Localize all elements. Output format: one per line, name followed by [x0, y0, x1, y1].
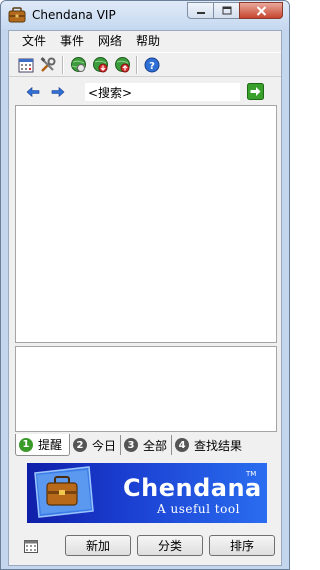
title-bar[interactable]: Chendana VIP — [1, 1, 289, 29]
maximize-icon — [222, 6, 231, 15]
globe-download-icon — [92, 57, 108, 73]
tools-button[interactable] — [37, 54, 59, 76]
calendar-icon — [18, 58, 34, 72]
calendar-button[interactable] — [15, 54, 37, 76]
arrow-right-icon — [51, 86, 65, 98]
svg-text:?: ? — [149, 61, 155, 72]
navigation-row — [9, 81, 281, 103]
tab-label: 全部 — [143, 438, 168, 453]
client-area: 文件 事件 网络 帮助 ? <搜索> 1 提醒 2 今日 3 全部 4 查找结果… — [8, 30, 282, 566]
menu-event[interactable]: 事件 — [53, 31, 91, 51]
app-window: Chendana VIP 文件 事件 网络 帮助 ? <搜索> 1 提醒 2 今… — [0, 0, 290, 570]
minimize-icon — [196, 11, 205, 14]
menu-network[interactable]: 网络 — [91, 31, 129, 51]
tab-strip: 1 提醒 2 今日 3 全部 4 查找结果 — [15, 434, 277, 456]
menu-file[interactable]: 文件 — [9, 31, 53, 51]
forward-button[interactable] — [49, 83, 67, 101]
globe-upload-icon — [114, 57, 130, 73]
calendar-small-icon[interactable] — [24, 540, 38, 553]
promo-banner[interactable]: Chendana TM A useful tool — [27, 463, 267, 523]
brand-name: Chendana — [123, 474, 262, 502]
tab-label: 提醒 — [38, 438, 63, 452]
event-list-pane[interactable] — [15, 105, 277, 343]
tab-number-badge: 3 — [124, 438, 139, 452]
tab-reminder[interactable]: 1 提醒 — [15, 434, 71, 456]
tab-all[interactable]: 3 全部 — [121, 435, 173, 455]
detail-pane[interactable] — [15, 346, 277, 432]
window-controls — [187, 2, 283, 19]
toolbar-separator — [62, 55, 64, 74]
add-button[interactable]: 新加 — [65, 535, 131, 556]
window-title: Chendana VIP — [32, 8, 116, 22]
minimize-button[interactable] — [187, 2, 214, 19]
toolbar-separator — [136, 55, 138, 74]
help-icon: ? — [144, 57, 160, 72]
go-button[interactable] — [247, 83, 264, 100]
tab-label: 今日 — [92, 438, 117, 453]
network-download-button[interactable] — [89, 54, 111, 76]
brand-slogan: A useful tool — [157, 502, 240, 516]
tab-number-badge: 2 — [73, 438, 88, 452]
close-button[interactable] — [239, 2, 283, 19]
briefcase-icon — [8, 7, 26, 23]
tab-today[interactable]: 2 今日 — [70, 435, 122, 455]
bottom-bar: 新加 分类 排序 — [9, 531, 281, 559]
search-input[interactable] — [85, 83, 240, 101]
tab-number-badge: 4 — [175, 438, 190, 452]
sort-button[interactable]: 排序 — [209, 535, 275, 556]
trademark-mark: TM — [246, 470, 257, 478]
help-button[interactable]: ? — [141, 54, 163, 76]
tools-icon — [40, 56, 56, 72]
toolbar: ? — [9, 52, 281, 77]
go-arrow-icon — [247, 83, 264, 100]
globe-icon — [70, 57, 86, 72]
category-button[interactable]: 分类 — [137, 535, 203, 556]
network-button[interactable] — [67, 54, 89, 76]
briefcase-logo-icon — [34, 466, 94, 518]
maximize-button[interactable] — [213, 2, 240, 19]
tab-search-results[interactable]: 4 查找结果 — [172, 435, 246, 455]
menu-bar: 文件 事件 网络 帮助 — [9, 31, 281, 51]
back-button[interactable] — [24, 83, 42, 101]
tab-number-badge: 1 — [19, 437, 33, 452]
menu-help[interactable]: 帮助 — [129, 31, 167, 51]
arrow-left-icon — [26, 86, 40, 98]
network-upload-button[interactable] — [111, 54, 133, 76]
tab-label: 查找结果 — [194, 438, 243, 453]
close-icon — [256, 5, 266, 16]
